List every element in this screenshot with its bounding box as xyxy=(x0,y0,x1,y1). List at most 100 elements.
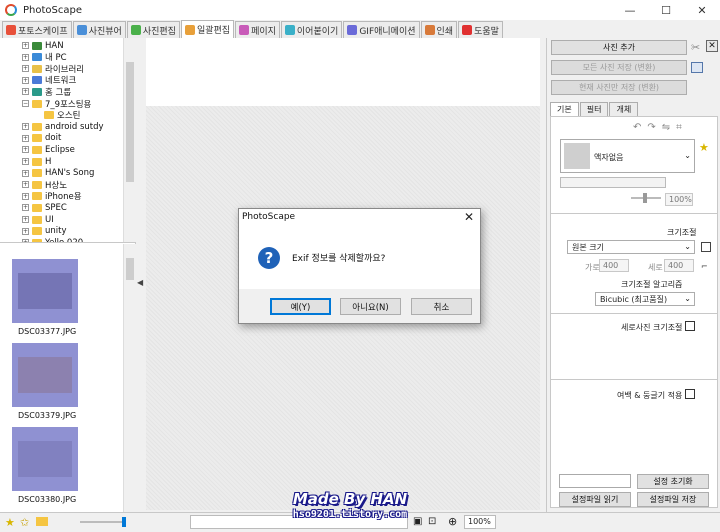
tab-3[interactable]: 일괄편집 xyxy=(180,20,235,38)
tab-basic[interactable]: 기본 xyxy=(550,102,579,116)
expand-icon[interactable]: + xyxy=(22,123,29,131)
expand-icon[interactable]: + xyxy=(22,169,29,177)
frame-slider[interactable] xyxy=(631,193,661,203)
frame-input[interactable] xyxy=(560,177,666,188)
load-config-button[interactable]: 설정파일 읽기 xyxy=(559,492,631,507)
tree-scroll-thumb[interactable] xyxy=(126,62,134,182)
folder-icon xyxy=(32,227,42,236)
tab-8[interactable]: 도움말 xyxy=(458,21,503,38)
expand-icon[interactable]: + xyxy=(22,53,29,61)
favorite-add-icon[interactable]: ✩ xyxy=(20,516,29,529)
tree-item[interactable]: + android sutdy xyxy=(22,121,104,132)
tree-item[interactable]: 오스틴 xyxy=(44,110,80,121)
list-view-icon[interactable] xyxy=(691,62,703,73)
tree-item[interactable]: + 홈 그룹 xyxy=(22,86,71,98)
tab-filter[interactable]: 필터 xyxy=(579,102,609,116)
expand-icon[interactable]: + xyxy=(22,158,29,165)
margin-round-checkbox[interactable] xyxy=(685,389,695,399)
save-all-button[interactable]: 모든 사진 저장 (변환) xyxy=(551,60,687,75)
aspect-link-icon[interactable]: ⌐ xyxy=(701,262,708,271)
tab-4[interactable]: 페이지 xyxy=(235,21,280,38)
thumbnail-size-slider[interactable] xyxy=(80,517,126,527)
tree-item[interactable]: + HAN's Song xyxy=(22,168,94,179)
thumbnail-slider-thumb[interactable] xyxy=(122,517,126,527)
tab-5[interactable]: 이어붙이기 xyxy=(280,21,343,38)
tree-item[interactable]: + 네트워크 xyxy=(22,75,76,86)
expand-icon[interactable]: + xyxy=(22,88,29,96)
expand-icon[interactable]: + xyxy=(22,204,29,212)
tab-object[interactable]: 개체 xyxy=(609,102,639,116)
tree-item[interactable]: + iPhone용 xyxy=(22,191,82,202)
zoom-in-icon[interactable]: ⊕ xyxy=(448,515,457,528)
scissors-icon[interactable]: ✂ xyxy=(691,41,700,54)
flip-icon[interactable]: ⇋ xyxy=(662,122,670,133)
save-config-button[interactable]: 설정파일 저장 xyxy=(637,492,709,507)
zoom-actual-icon[interactable]: ⊡ xyxy=(428,516,436,527)
star-icon[interactable]: ★ xyxy=(699,141,709,154)
dialog-close-button[interactable]: ✕ xyxy=(464,210,474,224)
tab-label: 인쇄 xyxy=(436,26,454,37)
tree-item[interactable]: + H상노 xyxy=(22,179,67,191)
close-button[interactable]: ✕ xyxy=(684,0,720,20)
tree-item[interactable]: + UI xyxy=(22,214,54,225)
expand-icon[interactable]: + xyxy=(22,192,29,200)
thumbnail-item[interactable]: DSC03379.JPG xyxy=(12,343,78,420)
rotate-left-icon[interactable]: ↶ xyxy=(633,122,641,133)
resize-options-icon[interactable] xyxy=(701,242,711,252)
expand-icon[interactable]: + xyxy=(22,42,29,49)
add-photo-button[interactable]: 사진 추가 xyxy=(551,40,687,55)
yes-button[interactable]: 예(Y) xyxy=(270,298,331,315)
width-field[interactable]: 400 xyxy=(599,259,629,272)
algorithm-dropdown[interactable]: Bicubic (최고품질) ⌄ xyxy=(595,292,695,306)
expand-icon[interactable]: + xyxy=(22,181,29,189)
delete-icon[interactable]: ✕ xyxy=(706,40,718,52)
expand-icon[interactable]: + xyxy=(22,146,29,154)
maximize-button[interactable]: ☐ xyxy=(648,0,684,20)
favorite-star-icon[interactable]: ★ xyxy=(5,516,15,529)
tree-item-label: HAN's Song xyxy=(45,168,95,179)
tab-7[interactable]: 인쇄 xyxy=(420,21,458,38)
tab-6[interactable]: GIF애니메이션 xyxy=(343,21,420,38)
tree-item[interactable]: + 내 PC xyxy=(22,52,67,63)
tab-0[interactable]: 포토스케이프 xyxy=(2,21,72,38)
thumbnail-item[interactable]: DSC03377.JPG xyxy=(12,259,78,336)
resize-dropdown[interactable]: 원본 크기 ⌄ xyxy=(567,240,695,254)
minimize-button[interactable]: — xyxy=(612,0,648,20)
tree-scrollbar[interactable] xyxy=(123,38,136,242)
tree-item[interactable]: + doit xyxy=(22,133,61,144)
rotate-right-icon[interactable]: ↷ xyxy=(647,122,655,133)
tree-item[interactable]: + SPEC xyxy=(22,202,67,213)
tree-item[interactable]: + unity xyxy=(22,226,67,237)
tree-item[interactable]: − 7_9포스팅용 xyxy=(22,98,91,110)
tree-item[interactable]: + 라이브러리 xyxy=(22,63,84,75)
config-input[interactable] xyxy=(559,474,631,488)
frame-select[interactable]: 액자없음 ⌄ xyxy=(560,139,695,173)
expand-icon[interactable]: + xyxy=(22,134,29,142)
crop-icon[interactable]: ⌗ xyxy=(676,122,682,133)
cancel-button[interactable]: 취소 xyxy=(411,298,472,315)
tab-2[interactable]: 사진편집 xyxy=(126,21,180,38)
height-field[interactable]: 400 xyxy=(664,259,694,272)
save-current-button[interactable]: 현재 사진만 저장 (변환) xyxy=(551,80,687,95)
expand-icon[interactable]: + xyxy=(22,227,29,235)
tab-label: 사진편집 xyxy=(142,26,176,37)
portrait-resize-checkbox[interactable] xyxy=(685,321,695,331)
frame-slider-thumb[interactable] xyxy=(643,193,647,203)
folder-icon[interactable] xyxy=(36,517,48,526)
collapse-arrow-icon[interactable]: ◀ xyxy=(137,278,143,287)
tree-item[interactable]: + HAN xyxy=(22,40,64,51)
reset-settings-button[interactable]: 설정 초기화 xyxy=(637,474,709,489)
tab-1[interactable]: 사진뷰어 xyxy=(72,21,126,38)
tree-item[interactable]: + Eclipse xyxy=(22,144,75,155)
no-button[interactable]: 아니요(N) xyxy=(340,298,401,315)
thumbnail-item[interactable]: DSC03380.JPG xyxy=(12,427,78,504)
expand-icon[interactable]: + xyxy=(22,216,29,223)
divider xyxy=(551,379,717,380)
expand-icon[interactable]: + xyxy=(22,76,29,84)
thumbnail-scroll-thumb[interactable] xyxy=(126,258,134,280)
expand-icon[interactable]: + xyxy=(22,65,29,73)
expand-icon[interactable]: − xyxy=(22,100,29,107)
tree-item[interactable]: + H xyxy=(22,156,51,167)
zoom-level[interactable]: 100% xyxy=(464,515,496,529)
thumbnail-scrollbar[interactable] xyxy=(123,244,136,512)
